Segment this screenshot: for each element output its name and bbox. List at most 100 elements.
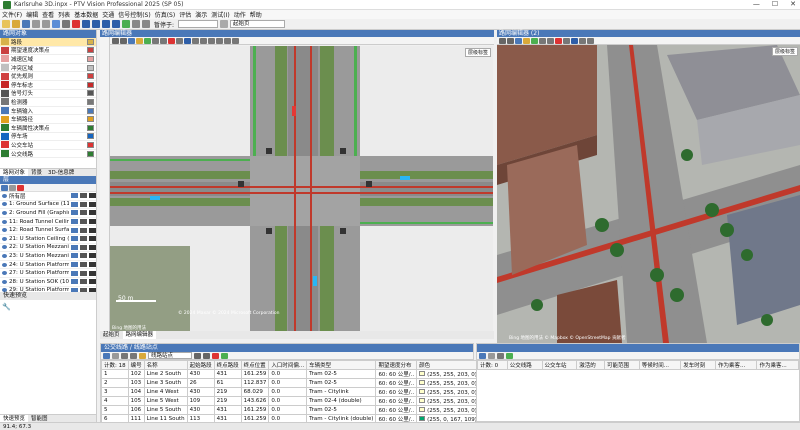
col-no[interactable]: 编号: [127, 360, 145, 370]
table-cell-from[interactable]: 430: [186, 387, 215, 397]
delete-level-icon[interactable]: [17, 185, 24, 191]
layout-icon[interactable]: [142, 20, 150, 28]
stops-col-range[interactable]: 可能范围: [603, 360, 640, 370]
walker-icon[interactable]: [89, 236, 96, 242]
table-cell-n[interactable]: 3: [101, 387, 129, 397]
visibility-swatch[interactable]: [87, 133, 94, 140]
col-des-speed[interactable]: 期望速度分布: [375, 360, 418, 370]
walker-icon[interactable]: [89, 262, 96, 268]
3d-hand-icon[interactable]: [579, 37, 586, 44]
network-object-item[interactable]: 减速区域: [0, 55, 96, 64]
pedestrian-icon[interactable]: [80, 262, 87, 268]
level-row[interactable]: 28: U Station SOK (101...: [0, 277, 96, 287]
map-icon[interactable]: [144, 37, 151, 44]
table-cell-spd[interactable]: 60: 60 公里/..: [375, 378, 418, 388]
table-cell-off[interactable]: 0.0: [268, 396, 308, 406]
visibility-swatch[interactable]: [87, 64, 94, 71]
menu-presentation[interactable]: 演示: [195, 10, 207, 19]
level-row[interactable]: 22: U Station Mezzanin...: [0, 243, 96, 253]
table-cell-spd[interactable]: 60: 60 公里/..: [375, 405, 418, 415]
network-object-item[interactable]: 路段: [0, 38, 96, 47]
wrench-icon[interactable]: 🔧: [2, 303, 11, 311]
network-object-item[interactable]: 公交车站: [0, 141, 96, 150]
layers-icon[interactable]: [160, 37, 167, 44]
menu-base-data[interactable]: 基本数据: [74, 10, 98, 19]
grid-icon[interactable]: [152, 37, 159, 44]
walker-icon[interactable]: [89, 219, 96, 225]
table-cell-name[interactable]: Line 3 South: [143, 378, 188, 388]
view-combo[interactable]: 起始页: [230, 20, 286, 28]
open-folder-icon[interactable]: [12, 20, 20, 28]
table-cell-to[interactable]: 219: [213, 396, 242, 406]
eye-icon[interactable]: [2, 245, 7, 250]
walker-icon[interactable]: [89, 210, 96, 216]
table-cell-from[interactable]: 430: [186, 405, 215, 415]
walker-icon[interactable]: [89, 244, 96, 250]
pedestrian-icon[interactable]: [80, 210, 87, 216]
network-object-item[interactable]: 车辆输入: [0, 106, 96, 116]
network-object-item[interactable]: 优先规则: [0, 72, 96, 81]
level-row[interactable]: 24: U Station Platform ...: [0, 260, 96, 270]
menu-help[interactable]: 帮助: [250, 10, 262, 19]
pedestrian-icon[interactable]: [80, 270, 87, 276]
edit-level-icon[interactable]: [9, 185, 16, 191]
table-cell-pos[interactable]: 143.626: [240, 396, 270, 406]
3d-view-icon[interactable]: [122, 20, 130, 28]
table-cell-spd[interactable]: 60: 60 公里/..: [375, 396, 418, 406]
walker-icon[interactable]: [89, 253, 96, 259]
network-object-item[interactable]: 检测器: [0, 98, 96, 107]
pedestrian-icon[interactable]: [80, 193, 87, 199]
table-cell-no[interactable]: 102: [127, 369, 145, 379]
network-object-item[interactable]: 车辆路径: [0, 115, 96, 124]
level-row[interactable]: 11: Road Tunnel Ceiling...: [0, 217, 96, 227]
table-row[interactable]: 4 105 Line 5 West 109 219 143.626 0.0 Tram 02-4…: [101, 396, 480, 406]
screenshot-icon[interactable]: [216, 37, 223, 44]
menu-evaluation[interactable]: 评估: [179, 10, 191, 19]
network-object-item[interactable]: 冲突区域: [0, 63, 96, 73]
visibility-swatch[interactable]: [87, 116, 94, 123]
list-export-icon[interactable]: [221, 352, 228, 359]
3d-zoom-in-icon[interactable]: [499, 37, 506, 44]
table-cell-pos[interactable]: 68.029: [240, 387, 270, 397]
stops-wrench-icon[interactable]: [479, 352, 486, 359]
network-object-item[interactable]: 车辆属性决策点: [0, 123, 96, 133]
visibility-swatch[interactable]: [87, 150, 94, 157]
tab-start-page[interactable]: 起始页: [100, 331, 123, 339]
play-icon[interactable]: [82, 20, 90, 28]
3d-fit-icon[interactable]: [587, 37, 594, 44]
tab-network-editor[interactable]: 路网编辑器: [122, 331, 157, 339]
eye-icon[interactable]: [2, 262, 7, 267]
table-cell-n[interactable]: 2: [101, 378, 129, 388]
table-cell-color[interactable]: (255, 255, 203, 0): [416, 396, 480, 406]
table-cell-veh[interactable]: Tram - Citylink: [306, 387, 377, 397]
list-sync-icon[interactable]: [139, 352, 146, 359]
3d-select-icon[interactable]: [515, 37, 522, 44]
table-cell-veh[interactable]: Tram 02-5: [306, 369, 377, 379]
network-object-item[interactable]: 信号灯头: [0, 89, 96, 99]
stops-col-line[interactable]: 公交线路: [506, 360, 543, 370]
table-cell-name[interactable]: Line 5 South: [143, 405, 188, 415]
3d-grid-icon[interactable]: [539, 37, 546, 44]
visibility-swatch[interactable]: [87, 141, 94, 148]
menu-test[interactable]: 测试(I): [211, 10, 229, 19]
video-icon[interactable]: [224, 37, 231, 44]
stops-sort-icon[interactable]: [497, 352, 504, 359]
close-button[interactable]: ✕: [790, 0, 796, 8]
list-filter-icon[interactable]: [130, 352, 137, 359]
visibility-swatch[interactable]: [87, 98, 94, 105]
col-to-pos[interactable]: 终点位置: [240, 360, 270, 370]
col-count[interactable]: 计数: 18: [101, 360, 129, 370]
table-cell-n[interactable]: 5: [101, 405, 129, 415]
table-cell-from[interactable]: 109: [186, 396, 215, 406]
table-cell-no[interactable]: 105: [127, 396, 145, 406]
hand-icon[interactable]: [192, 37, 199, 44]
network-object-item[interactable]: 停车场: [0, 132, 96, 142]
list-copy-icon[interactable]: [194, 352, 201, 359]
stop-icon[interactable]: [112, 20, 120, 28]
eye-icon[interactable]: [2, 210, 7, 215]
stops-col-departure[interactable]: 发车时刻: [680, 360, 716, 370]
level-row[interactable]: 1: Ground Surface (1147): [0, 200, 96, 210]
fit-icon[interactable]: [208, 37, 215, 44]
stops-col-count[interactable]: 计数: 0: [477, 360, 508, 370]
stops-export-icon[interactable]: [506, 352, 513, 359]
